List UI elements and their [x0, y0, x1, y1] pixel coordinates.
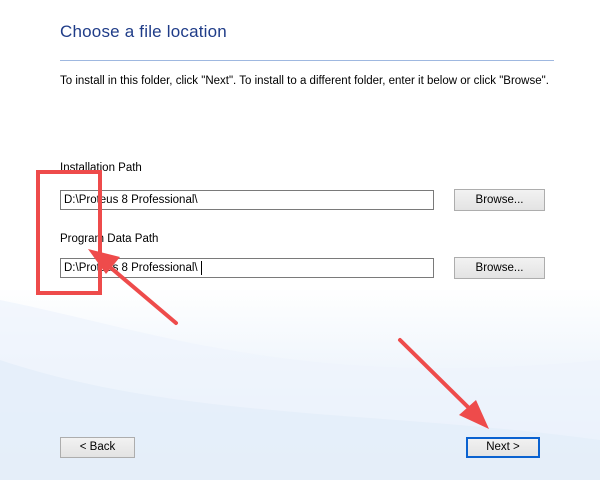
installation-path-label: Installation Path: [60, 162, 142, 174]
program-data-browse-button[interactable]: Browse...: [454, 257, 545, 279]
program-data-path-input[interactable]: [60, 258, 434, 278]
installation-path-input[interactable]: [60, 190, 434, 210]
back-button[interactable]: < Back: [60, 437, 135, 458]
installation-browse-button[interactable]: Browse...: [454, 189, 545, 211]
instructions-text: To install in this folder, click "Next".…: [60, 75, 549, 87]
page-title: Choose a file location: [60, 22, 227, 41]
text-cursor: [201, 261, 202, 275]
program-data-path-label: Program Data Path: [60, 233, 159, 245]
title-divider: [60, 60, 554, 61]
next-button[interactable]: Next >: [466, 437, 540, 458]
